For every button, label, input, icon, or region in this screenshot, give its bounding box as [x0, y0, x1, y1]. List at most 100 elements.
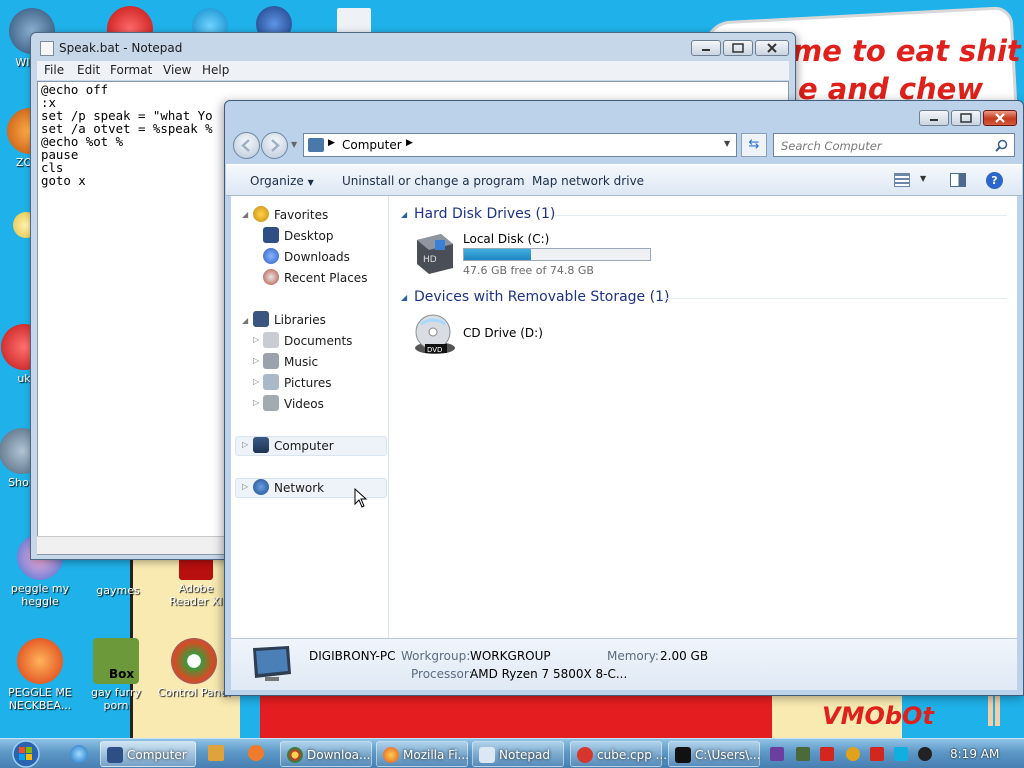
nav-pictures[interactable]: Pictures: [284, 376, 332, 390]
tray-app-icon[interactable]: [846, 747, 860, 761]
desktop-icon-gay-furry[interactable]: Box gay furry porn: [78, 638, 154, 712]
expand-triangle-icon[interactable]: ▷: [253, 377, 259, 386]
expand-triangle-icon[interactable]: ▷: [253, 335, 259, 344]
expand-triangle-icon[interactable]: ◢: [242, 210, 248, 219]
nav-videos[interactable]: Videos: [284, 397, 324, 411]
internet-explorer-icon[interactable]: [70, 745, 88, 763]
tray-app-icon[interactable]: [894, 747, 908, 761]
expand-triangle-icon[interactable]: ▷: [253, 398, 259, 407]
cd-drive-item[interactable]: DVD CD Drive (D:): [411, 312, 611, 358]
dev-cpp-icon: [577, 747, 593, 763]
memory-value: 2.00 GB: [660, 649, 709, 663]
back-button[interactable]: [233, 132, 260, 159]
back-arrow-icon: [241, 139, 250, 152]
notepad-icon: [479, 747, 495, 763]
tray-app-icon[interactable]: [796, 747, 810, 761]
disk-usage-bar: [463, 248, 651, 261]
restore-icon: [960, 113, 972, 123]
recent-pages-chevron-icon[interactable]: ▼: [291, 140, 297, 149]
collapse-group-icon[interactable]: ◢: [401, 293, 407, 302]
tray-app-icon[interactable]: [770, 747, 784, 761]
taskbar-button-label: C:\Users\...: [695, 748, 761, 762]
refresh-button[interactable]: ⇆: [741, 133, 767, 157]
taskbar-button-notepad[interactable]: Notepad: [472, 741, 564, 767]
menu-view[interactable]: View: [163, 63, 191, 77]
chevron-down-icon[interactable]: ▼: [920, 174, 926, 183]
map-network-drive-button[interactable]: Map network drive: [532, 174, 644, 188]
tray-app-icon[interactable]: [870, 747, 884, 761]
group-hard-disk-drives[interactable]: Hard Disk Drives (1): [414, 206, 555, 222]
desktop-icon-peggle-neckbeard[interactable]: PEGGLE ME NECKBEA...: [2, 638, 78, 712]
memory-label: Memory:: [607, 649, 659, 663]
expand-triangle-icon[interactable]: ▷: [253, 356, 259, 365]
taskbar-button-computer[interactable]: Computer: [100, 741, 196, 767]
menu-edit[interactable]: Edit: [77, 63, 100, 77]
nav-downloads[interactable]: Downloads: [284, 250, 350, 264]
expand-triangle-icon[interactable]: ▷: [242, 482, 248, 491]
svg-text:HD: HD: [423, 255, 437, 265]
pictures-icon: [263, 374, 279, 390]
chevron-right-icon[interactable]: ▶: [328, 138, 335, 148]
forward-arrow-icon: [271, 139, 280, 152]
menu-help[interactable]: Help: [202, 63, 229, 77]
breadcrumb-computer[interactable]: Computer: [342, 138, 402, 152]
refresh-icon: ⇆: [748, 137, 760, 152]
mouse-cursor-icon: [354, 488, 368, 508]
nav-network[interactable]: Network: [274, 481, 324, 495]
collapse-group-icon[interactable]: ◢: [401, 210, 407, 219]
videos-icon: [263, 395, 279, 411]
start-button[interactable]: [4, 739, 44, 768]
peggle-icon: [17, 638, 63, 684]
nav-desktop[interactable]: Desktop: [284, 229, 334, 243]
app-icon[interactable]: [248, 745, 264, 761]
recent-places-icon: [263, 269, 279, 285]
desktop-icon-control-panel[interactable]: Control Panel: [156, 638, 232, 699]
wallpaper-text-line-1: me to eat shit: [792, 34, 1021, 68]
taskbar-button-downloads[interactable]: Downloa...: [280, 741, 372, 767]
search-placeholder: Search Computer: [781, 139, 882, 153]
search-input[interactable]: Search Computer: [773, 133, 1015, 157]
nav-favorites[interactable]: Favorites: [274, 208, 328, 222]
chevron-right-icon[interactable]: ▶: [406, 138, 413, 148]
organize-button[interactable]: Organize ▼: [250, 174, 314, 188]
expand-triangle-icon[interactable]: ▷: [242, 440, 248, 449]
computer-name: DIGIBRONY-PC: [309, 649, 396, 663]
maximize-button[interactable]: [951, 110, 981, 126]
minimize-button[interactable]: [919, 110, 949, 126]
uninstall-program-button[interactable]: Uninstall or change a program: [342, 174, 525, 188]
taskbar-button-firefox[interactable]: Mozilla Fi...: [376, 741, 469, 767]
explorer-window[interactable]: ▼ ▶ Computer ▶ ▼ ⇆ Search Computer Organ…: [224, 100, 1024, 696]
menu-format[interactable]: Format: [110, 63, 152, 77]
nav-computer[interactable]: Computer: [274, 439, 334, 453]
local-disk-item[interactable]: HD Local Disk (C:) 47.6 GB free of 74.8 …: [411, 230, 711, 277]
nav-documents[interactable]: Documents: [284, 334, 352, 348]
desktop-icon-label: Control Panel: [157, 686, 231, 699]
workgroup-value: WORKGROUP: [470, 649, 551, 663]
search-icon[interactable]: [995, 139, 1008, 152]
address-dropdown-icon[interactable]: ▼: [724, 139, 730, 148]
tray-app-icon[interactable]: [820, 747, 834, 761]
preview-pane-icon[interactable]: [950, 173, 966, 187]
maximize-button[interactable]: [723, 40, 753, 56]
media-player-icon[interactable]: [208, 745, 224, 761]
menu-file[interactable]: File: [44, 63, 64, 77]
nav-libraries[interactable]: Libraries: [274, 313, 326, 327]
close-button[interactable]: [755, 40, 789, 56]
taskbar-button-7zip[interactable]: C:\Users\...: [668, 741, 761, 767]
address-bar[interactable]: ▶ Computer ▶ ▼: [303, 133, 737, 157]
taskbar-clock[interactable]: 8:19 AM: [950, 747, 999, 761]
volume-icon[interactable]: [918, 747, 932, 761]
nav-music[interactable]: Music: [284, 355, 318, 369]
close-button[interactable]: [983, 110, 1017, 126]
help-icon[interactable]: ?: [986, 172, 1003, 189]
dvd-drive-icon: DVD: [415, 314, 455, 354]
box-icon-label: Box: [109, 667, 135, 681]
expand-triangle-icon[interactable]: ◢: [242, 316, 248, 325]
nav-recent-places[interactable]: Recent Places: [284, 271, 367, 285]
view-options-icon[interactable]: [894, 173, 910, 187]
forward-button[interactable]: [261, 132, 288, 159]
taskbar-button-cube-cpp[interactable]: cube.cpp ...: [570, 741, 667, 767]
group-removable-storage[interactable]: Devices with Removable Storage (1): [414, 289, 669, 305]
minimize-button[interactable]: [691, 40, 721, 56]
taskbar-button-label: Mozilla Fi...: [403, 748, 469, 762]
